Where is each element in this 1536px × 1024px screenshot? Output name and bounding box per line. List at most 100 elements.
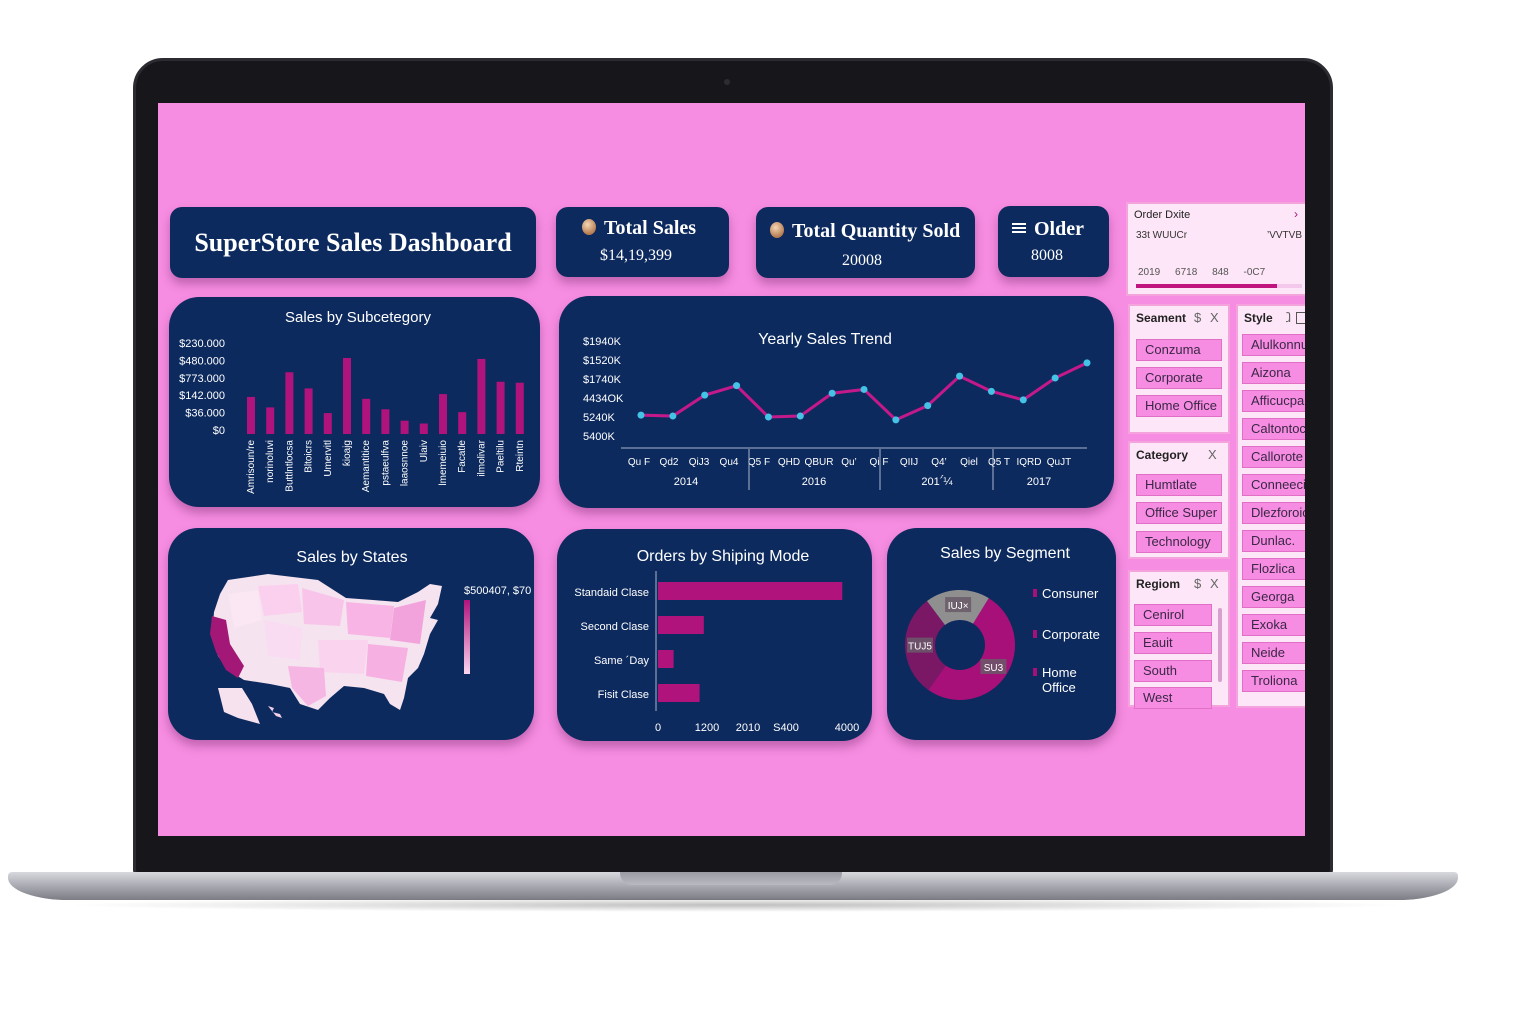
style-option[interactable]: Neide [1242,642,1305,664]
y-tick-label: Same ´Day [594,655,650,667]
sort-icon[interactable]: $ [1194,310,1201,325]
camera-icon [724,79,730,85]
kpi-total-quantity-label: Total Quantity Sold [792,220,961,242]
map-region-f [366,644,408,682]
y-tick-label: Fisit Clase [598,689,649,701]
order-date-end[interactable]: ’VVTVB [1267,230,1302,241]
data-point [828,389,836,397]
kpi-total-sales[interactable]: Total Sales $14,19,399 [556,207,729,277]
style-option[interactable]: Dlezforoio [1242,502,1305,524]
year-label: 2017 [1027,476,1051,488]
x-tick-label: Qu’ [841,457,857,468]
data-point [1019,396,1027,404]
region-scrollbar[interactable] [1218,608,1222,682]
style-option[interactable]: Conneeci [1242,474,1305,496]
x-tick-label: lmemeiuio [438,440,449,486]
x-tick-label: ƙioajg [342,440,353,466]
y-tick-label: 4434OK [583,393,624,405]
x-tick-label: S400 [773,722,799,734]
clear-filter-icon[interactable]: X [1210,310,1219,325]
y-tick-label: Standaid Clase [574,587,649,599]
x-tick-label: Rteintn [515,440,526,472]
order-date-range-fill [1136,284,1278,288]
x-tick-label: QuJT [1047,457,1071,468]
style-option[interactable]: Dunlac. [1242,530,1305,552]
chart-title: Yearly Sales Trend [758,331,892,348]
kpi-total-quantity[interactable]: Total Quantity Sold 20008 [756,207,975,278]
x-tick-label: QBUR [805,457,834,468]
kpi-orders[interactable]: Older 8008 [998,206,1109,277]
order-date-range-track[interactable] [1136,284,1302,288]
x-tick-label: pstaeulfva [380,440,391,486]
x-tick-label: 2010 [736,722,760,734]
region-option[interactable]: Cenirol [1134,604,1212,626]
x-tick-label: 1200 [695,722,719,734]
style-option[interactable]: Callorote [1242,446,1305,468]
subcategory-bar-chart: Sales by Subcetegory $230.000 $480.000 $773… [179,309,526,494]
style-option[interactable]: Flozlica [1242,558,1305,580]
bar [515,382,524,434]
style-option[interactable]: Alulkonnu [1242,334,1305,356]
slice-label: IUJ× [948,601,969,612]
data-point [1051,374,1059,382]
style-option[interactable]: Aizona [1242,362,1305,384]
segment-option[interactable]: Conzuma [1136,339,1222,361]
segment-option[interactable]: Home Office [1136,395,1222,417]
order-date-value: -0C7 [1243,267,1266,278]
map-region-c [346,602,394,638]
x-tick-label: Q4’ [931,457,947,468]
sort-icon[interactable]: $ [1194,576,1201,591]
data-point [701,391,709,399]
legend-label: Office [1042,680,1076,695]
style-option[interactable]: Caltontoc [1242,418,1305,440]
order-date-start[interactable]: 33t WUUCr [1136,230,1187,241]
style-option[interactable]: Afficucpa [1242,390,1305,412]
y-tick-label: 5240K [583,412,615,424]
clear-filter-icon[interactable]: X [1208,447,1217,462]
order-date-value: 2019 [1138,267,1161,278]
region-option[interactable]: South [1134,660,1212,682]
x-tick-label: Paeltilu [496,440,507,473]
bar [439,394,447,434]
category-option[interactable]: Humtlate [1136,474,1222,496]
yearly-trend-card: Yearly Sales Trend $1940K $1520K $1740K 4434… [559,296,1114,508]
bar [658,616,704,634]
x-tick-label: Qi F [870,457,889,468]
segment-donut-card: Sales by Segment SU3 TUJ5 IUJ× Consuner Corpo… [887,528,1116,740]
kpi-total-quantity-value: 20008 [842,252,882,269]
order-date-value: 848 [1212,267,1229,278]
clear-filter-icon[interactable]: X [1210,576,1219,591]
style-option[interactable]: Troliona [1242,670,1305,692]
checkbox-icon[interactable] [1296,312,1305,324]
category-option[interactable]: Technology [1136,531,1222,553]
x-tick-label: norinoluvi [265,440,276,483]
slice-label: TUJ5 [908,642,932,653]
region-option[interactable]: West [1134,687,1212,709]
segment-option[interactable]: Corporate [1136,367,1222,389]
data-point [860,385,868,393]
x-tick-label: IQRD [1017,457,1042,468]
legend-label: Home [1042,665,1077,680]
us-map [210,574,442,724]
category-option[interactable]: Office Super [1136,502,1222,524]
x-tick-label: Buttlntlocsa [284,440,295,492]
shipping-mode-bar-chart: Orders by Shiping Mode Standaid Clase Seco… [574,548,859,734]
chevron-right-icon[interactable]: › [1294,207,1298,221]
sort-icon[interactable]: ⱹ [1286,310,1291,326]
kpi-total-sales-value: $14,19,399 [600,247,672,264]
map-region-e [318,640,368,674]
x-tick-label: Bltoicrs [304,440,315,473]
order-date-slicer[interactable]: Order Dxite › 33t WUUCr ’VVTVB 2019 6718… [1126,202,1305,296]
map-legend-gradient [464,600,470,674]
page-title: SuperStore Sales Dashboard [194,228,512,257]
kpi-orders-value: 8008 [1031,247,1063,264]
region-option[interactable]: Eauit [1134,632,1212,654]
x-tick-label: 0 [655,722,661,734]
x-tick-label: Aemantitice [361,440,372,493]
style-option[interactable]: Georga [1242,586,1305,608]
laptop-notch [620,872,842,885]
coin-icon [582,219,596,235]
bar [285,372,294,434]
x-tick-label: laaosnnoe [400,440,411,487]
style-option[interactable]: Exoka [1242,614,1305,636]
